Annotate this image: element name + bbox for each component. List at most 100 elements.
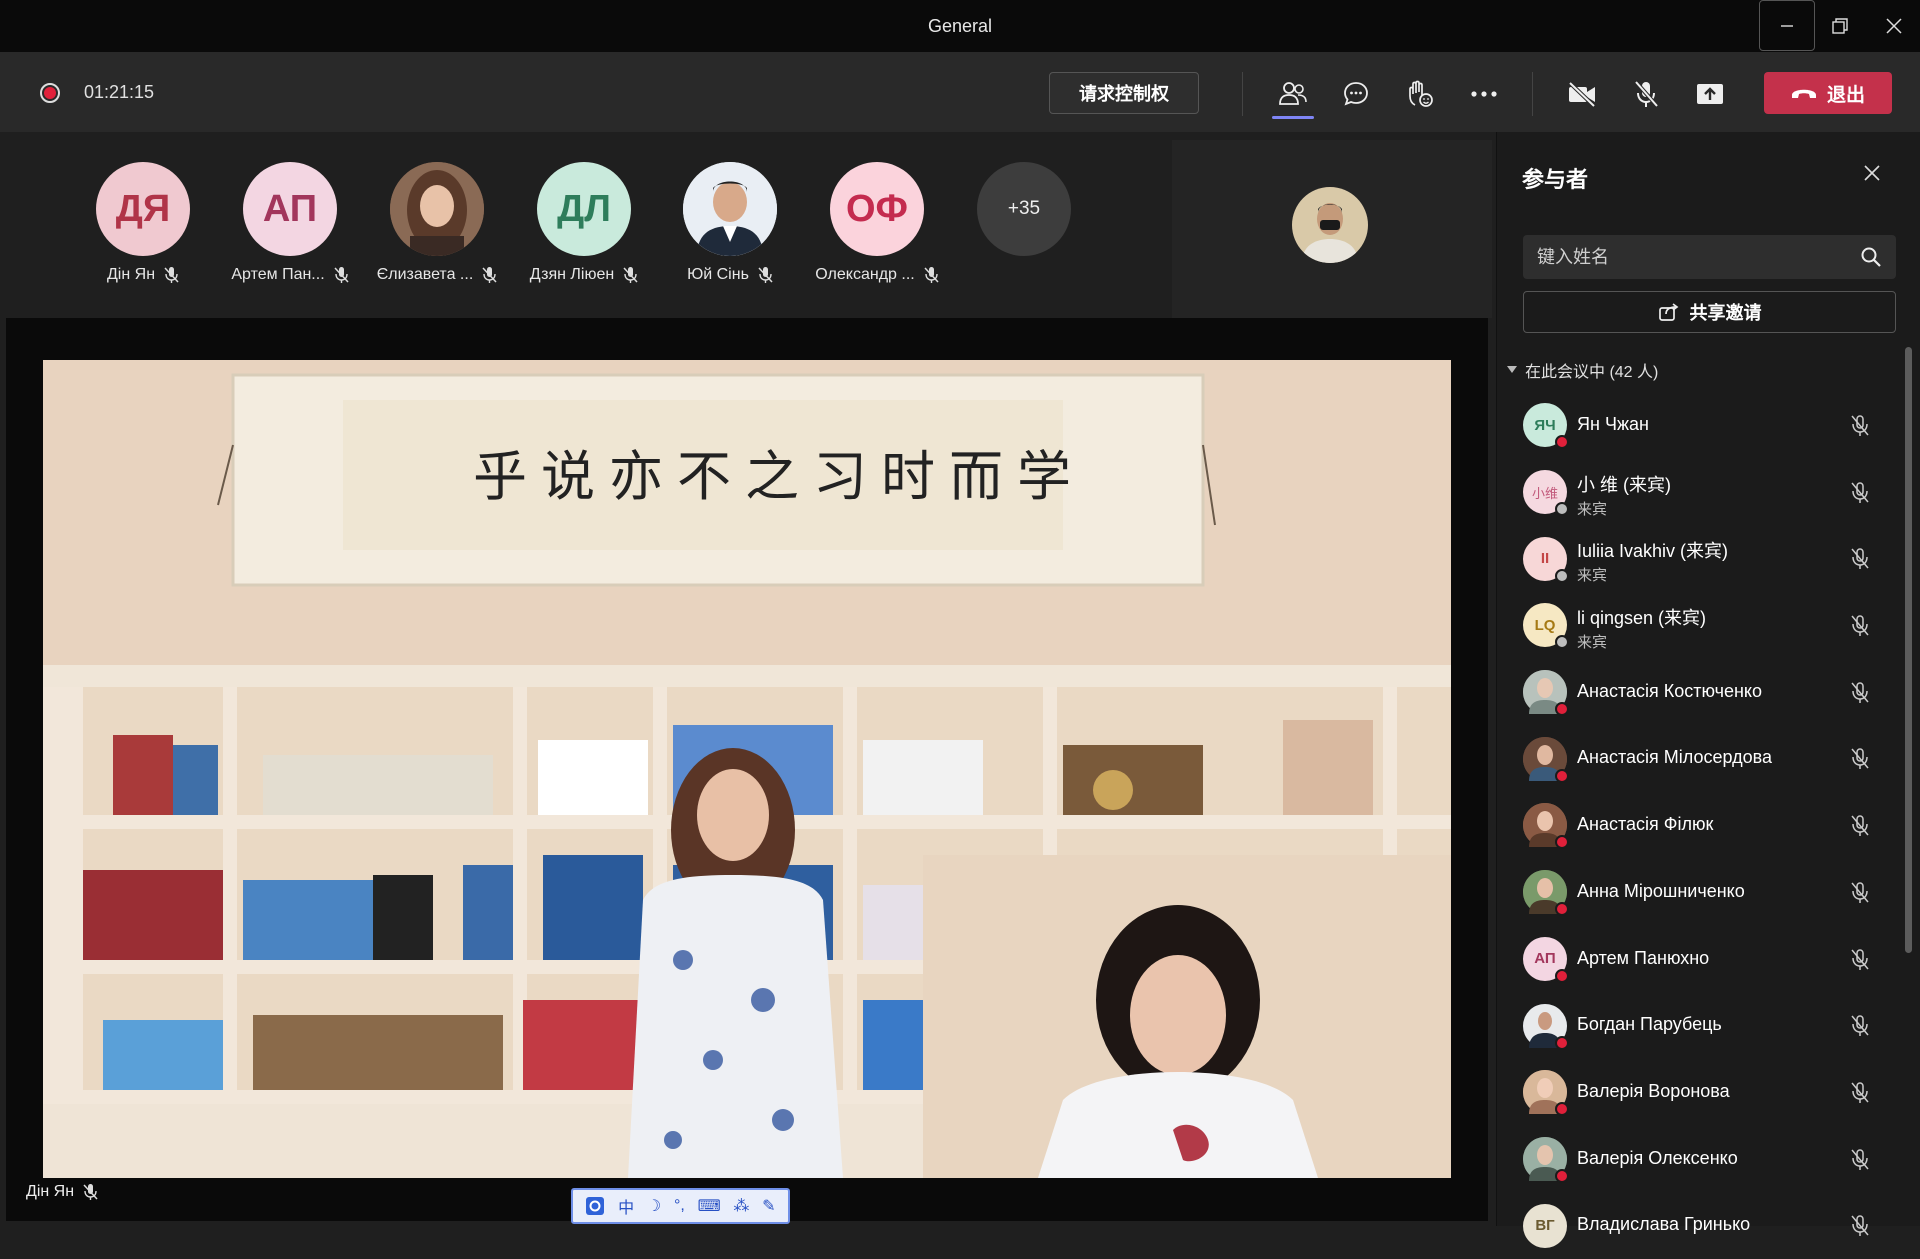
camera-off-button[interactable] <box>1562 74 1602 114</box>
list-item[interactable]: Анна Мірошниченко <box>1497 859 1907 926</box>
ime-settings-icon[interactable]: ✎ <box>762 1196 775 1216</box>
participant-name: Артем Панюхно <box>1577 947 1710 968</box>
list-item[interactable]: 小维 小 维 (来宾) 来宾 <box>1497 459 1907 526</box>
toolbar-divider <box>1242 72 1243 116</box>
participant-tile[interactable]: ОФ Олександр ... <box>807 162 947 292</box>
share-invite-button[interactable]: 共享邀请 <box>1523 291 1896 333</box>
close-icon <box>1886 18 1902 34</box>
restore-icon <box>1832 18 1848 34</box>
avatar <box>1523 670 1569 717</box>
mic-off-icon <box>1851 1148 1869 1170</box>
panel-scrollbar[interactable] <box>1905 347 1912 953</box>
close-window-button[interactable] <box>1866 0 1920 52</box>
ime-moon-icon[interactable]: ☽ <box>647 1196 661 1216</box>
list-item[interactable]: Валерія Воронова <box>1497 1059 1907 1126</box>
speaker-label: Дін Ян <box>26 1183 98 1201</box>
self-avatar[interactable] <box>1292 187 1368 263</box>
participant-role: 来宾 <box>1577 500 1608 518</box>
ime-symbol-icon[interactable]: ⁂ <box>733 1196 749 1216</box>
list-item[interactable]: Валерія Олексенко <box>1497 1126 1907 1193</box>
participants-button[interactable] <box>1273 74 1313 114</box>
mic-off-icon <box>1851 682 1869 703</box>
share-invite-label: 共享邀请 <box>1689 303 1762 323</box>
panel-title: 参与者 <box>1522 167 1589 192</box>
busy-status-icon <box>1555 1168 1569 1183</box>
speaker-name: Дін Ян <box>26 1183 75 1200</box>
reactions-button[interactable] <box>1400 74 1440 114</box>
list-item[interactable]: Анастасія Костюченко <box>1497 659 1907 726</box>
ime-punctuation-icon[interactable]: °, <box>674 1197 685 1215</box>
avatar: АП <box>243 162 337 256</box>
list-item[interactable]: II Iuliia Ivakhiv (来宾) 来宾 <box>1497 525 1907 592</box>
list-item[interactable]: ЯЧ Ян Чжан <box>1497 392 1907 459</box>
participant-name: Iuliia Ivakhiv (来宾) <box>1577 541 1729 562</box>
chat-icon <box>1344 82 1368 106</box>
participant-name: Анастасія Костюченко <box>1577 680 1763 701</box>
leave-label: 退出 <box>1826 84 1865 106</box>
more-options-button[interactable] <box>1464 74 1504 114</box>
participant-tile[interactable]: ДЛ Дзян Ліюен <box>514 162 654 292</box>
busy-status-icon <box>1555 702 1569 717</box>
participant-name: Олександр ... <box>815 266 915 284</box>
meeting-timer: 01:21:15 <box>84 82 155 102</box>
avatar: ДЯ <box>96 162 190 256</box>
chat-button[interactable] <box>1336 74 1376 114</box>
in-meeting-section-toggle[interactable]: 在此会议中 (42 人) <box>1507 358 1658 382</box>
participant-name: Дзян Ліюен <box>529 266 615 284</box>
list-item[interactable]: LQ li qingsen (来宾) 来宾 <box>1497 592 1907 659</box>
avatar <box>1523 736 1569 783</box>
avatar: ОФ <box>830 162 924 256</box>
list-item[interactable]: АП Артем Панюхно <box>1497 926 1907 993</box>
list-item[interactable]: Анастасія Мілосердова <box>1497 725 1907 792</box>
participant-tile[interactable]: Єлизавета ... <box>367 162 507 292</box>
person-photo-icon <box>390 162 484 256</box>
search-input[interactable] <box>1537 246 1860 268</box>
hang-up-icon <box>1791 89 1816 98</box>
shared-video: 学而时习之不亦说乎 <box>43 360 1451 1178</box>
participant-name: Владислава Гринько <box>1577 1214 1751 1235</box>
participant-name: Єлизавета ... <box>376 266 474 284</box>
list-item[interactable]: Анастасія Філюк <box>1497 792 1907 859</box>
guest-status-icon <box>1555 502 1569 517</box>
mic-off-icon <box>1851 882 1869 903</box>
more-participants-button[interactable]: +35 <box>977 162 1071 256</box>
request-control-button[interactable]: 请求控制权 <box>1049 72 1199 114</box>
mic-off-icon <box>1851 1082 1869 1103</box>
participant-name: Анастасія Філюк <box>1577 814 1714 835</box>
mic-off-icon <box>1851 548 1869 570</box>
participant-role: 来宾 <box>1577 634 1608 652</box>
participant-tile[interactable]: АП Артем Пан... <box>220 162 360 292</box>
leave-button[interactable]: 退出 <box>1764 72 1892 114</box>
ime-toolbar[interactable]: 中 ☽ °, ⌨ ⁂ ✎ <box>571 1188 790 1224</box>
avatar: ДЛ <box>537 162 631 256</box>
mic-off-icon <box>1851 748 1869 770</box>
section-label: 在此会议中 (42 人) <box>1525 364 1659 381</box>
close-panel-button[interactable] <box>1859 160 1885 186</box>
mute-button[interactable] <box>1626 74 1666 114</box>
participant-name: Богдан Парубець <box>1577 1014 1722 1035</box>
ime-keyboard-icon[interactable]: ⌨ <box>698 1196 721 1216</box>
ime-chinese-toggle[interactable]: 中 <box>618 1194 634 1218</box>
close-icon <box>1864 165 1880 181</box>
recording-icon <box>40 83 60 103</box>
minimize-button[interactable] <box>1759 0 1815 51</box>
participants-panel: 参与者 共享邀请 在此会议中 (42 人) ЯЧ Ян Чжан 小维 小 维 … <box>1496 132 1920 1248</box>
share-screen-button[interactable] <box>1690 74 1730 114</box>
avatar: II <box>1523 536 1569 583</box>
restore-button[interactable] <box>1812 0 1868 52</box>
share-tray-icon <box>1697 84 1723 104</box>
minimize-icon <box>1781 24 1793 27</box>
more-icon <box>1471 91 1497 97</box>
list-item[interactable]: Богдан Парубець <box>1497 992 1907 1059</box>
participant-tile[interactable]: ДЯ Дін Ян <box>73 162 213 292</box>
participant-tile[interactable]: Юй Сінь <box>660 162 800 292</box>
participant-name: Валерія Олексенко <box>1577 1147 1738 1168</box>
window-title: General <box>927 16 993 36</box>
participant-list: ЯЧ Ян Чжан 小维 小 维 (来宾) 来宾 II Iuliia Ivakh… <box>1497 392 1907 1259</box>
person-photo-icon <box>683 162 777 256</box>
chevron-down-icon <box>1507 366 1517 373</box>
avatar: ЯЧ <box>1523 403 1569 450</box>
participant-name: Артем Пан... <box>231 266 325 284</box>
calligraphy-text: 学而时习之不亦说乎 <box>473 445 1085 508</box>
participant-role: 来宾 <box>1577 567 1608 585</box>
